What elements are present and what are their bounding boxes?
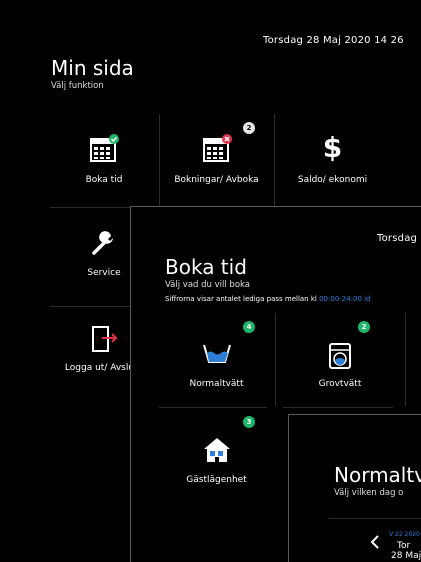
divider (329, 518, 421, 519)
chevron-left-icon[interactable] (369, 534, 381, 549)
tile-bokningar-avboka[interactable]: 2 Bokningar/ Avboka (160, 114, 273, 206)
availability-badge: 2 (358, 321, 370, 333)
washing-machine-icon (329, 343, 351, 373)
wrench-icon (91, 230, 117, 260)
tile-label: Gästlägenhet (186, 475, 247, 485)
logout-icon (89, 324, 119, 358)
calendar-check-icon (89, 134, 119, 168)
page-subtitle: Välj vilken dag o (334, 488, 404, 498)
tile-gastlagenhet[interactable]: 3 Gästlägenhet (159, 408, 274, 503)
page-title: Min sida (51, 56, 134, 80)
tile-label: Grovtvätt (318, 379, 362, 389)
tile-label: Bokningar/ Avboka (174, 175, 259, 185)
datetime: Torsdag 28 Maj 2020 14 26 (263, 35, 404, 46)
page-title: Normaltv (334, 463, 421, 487)
calendar-cancel-icon (202, 134, 232, 168)
day-label: Tor (397, 541, 411, 551)
availability-note: Siffrorna visar antalet lediga pass mell… (165, 295, 371, 303)
availability-time-range: 00:00-24:00 id (319, 295, 371, 303)
grid-divider (405, 313, 406, 406)
availability-badge: 4 (243, 321, 255, 333)
page-subtitle: Välj vad du vill boka (165, 280, 251, 290)
page-subtitle: Välj funktion (51, 81, 104, 91)
page-title: Boka tid (165, 255, 247, 279)
availability-note-text: Siffrorna visar antalet lediga pass mell… (165, 295, 317, 303)
date-label: 28 Maj (391, 551, 421, 561)
tile-label: Boka tid (85, 175, 123, 185)
normaltvatt-screen: Normaltv Välj vilken dag o V 22 2020 Tor… (288, 414, 421, 562)
tile-label: Normaltvätt (189, 379, 244, 389)
datetime: Torsdag (377, 233, 418, 244)
tile-normaltvatt[interactable]: 4 Normaltvätt (159, 313, 274, 406)
availability-badge: 3 (243, 416, 255, 428)
tile-saldo-ekonomi[interactable]: $ Saldo/ ekonomi (275, 114, 390, 206)
notification-badge: 2 (243, 122, 255, 134)
house-icon (203, 436, 231, 468)
tile-label: Saldo/ ekonomi (297, 175, 368, 185)
tile-boka-tid[interactable]: Boka tid (50, 114, 158, 206)
grid-divider (283, 407, 393, 408)
washing-tub-icon (202, 343, 232, 369)
tile-grovtvatt[interactable]: 2 Grovtvätt (276, 313, 404, 406)
dollar-icon: $ (322, 131, 343, 164)
week-label: V 22 2020 (389, 531, 420, 538)
